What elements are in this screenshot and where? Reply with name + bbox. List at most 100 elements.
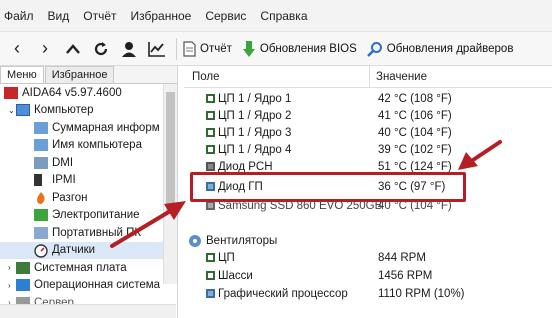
fan-value: 844 RPM bbox=[378, 251, 426, 264]
fans-group-label: Вентиляторы bbox=[206, 234, 278, 247]
tree-item-computer[interactable]: ⌄ Компьютер bbox=[0, 102, 177, 120]
ipmi-icon bbox=[34, 174, 42, 187]
tree-item-label: IPMI bbox=[52, 174, 76, 187]
fan-row[interactable]: ЦП 844 RPM bbox=[184, 249, 552, 266]
scroll-thumb[interactable] bbox=[166, 92, 175, 212]
tree-item-label: DMI bbox=[52, 156, 74, 169]
menu-service[interactable]: Сервис bbox=[205, 9, 246, 23]
tree-item-label: Датчики bbox=[52, 244, 96, 257]
column-headers: Поле Значение bbox=[184, 66, 552, 88]
aida64-icon bbox=[4, 86, 18, 99]
sensor-row[interactable]: ЦП 1 / Ядро 4 39 °C (102 °F) bbox=[184, 141, 552, 158]
nav-horizontal-scrollbar[interactable] bbox=[0, 304, 176, 318]
tree-item-summary[interactable]: Суммарная информ bbox=[0, 119, 177, 137]
gauge-icon bbox=[34, 244, 48, 258]
tree-item-power[interactable]: Электропитание bbox=[0, 207, 177, 225]
navigation-pane: Меню Избранное AIDA64 v5.97.4600 ⌄ Компь… bbox=[0, 66, 178, 318]
menu-view[interactable]: Вид bbox=[48, 9, 70, 23]
menu-bar: Файл Вид Отчёт Избранное Сервис Справка bbox=[0, 0, 552, 32]
sensor-value: 41 °C (106 °F) bbox=[378, 109, 452, 122]
disk-icon bbox=[206, 201, 215, 210]
tree-item-label: Имя компьютера bbox=[52, 139, 142, 152]
nav-tabs: Меню Избранное bbox=[0, 66, 177, 84]
document-icon bbox=[183, 40, 196, 57]
tree-item-computer-name[interactable]: Имя компьютера bbox=[0, 137, 177, 155]
fan-row[interactable]: Графический процессор 1110 RPM (10%) bbox=[184, 285, 552, 302]
tree-item-label: Электропитание bbox=[52, 209, 140, 222]
tree-item-sensors[interactable]: Датчики bbox=[0, 241, 177, 259]
sensor-name: ЦП 1 / Ядро 1 bbox=[218, 92, 292, 105]
fan-name: Шасси bbox=[218, 269, 253, 282]
laptop-icon bbox=[34, 226, 48, 239]
bios-update-button[interactable]: Обновления BIOS bbox=[242, 40, 357, 58]
fan-icon bbox=[188, 234, 202, 248]
tree-item-label: Суммарная информ bbox=[52, 121, 160, 134]
sensor-row[interactable]: ЦП 1 / Ядро 3 40 °C (104 °F) bbox=[184, 124, 552, 141]
fans-group-header[interactable]: Вентиляторы bbox=[188, 232, 277, 249]
computer-icon bbox=[16, 104, 30, 117]
tree-item-dmi[interactable]: DMI bbox=[0, 154, 177, 172]
report-button[interactable]: Отчёт bbox=[183, 40, 232, 57]
toolbar-separator bbox=[176, 37, 177, 60]
magnifier-icon bbox=[366, 41, 383, 57]
nav-tree: AIDA64 v5.97.4600 ⌄ Компьютер Суммарная … bbox=[0, 84, 177, 312]
sensor-value: 39 °C (102 °F) bbox=[378, 143, 452, 156]
menu-file[interactable]: Файл bbox=[4, 9, 34, 23]
download-arrow-icon bbox=[242, 40, 256, 58]
chip-icon bbox=[206, 271, 215, 280]
expand-icon[interactable]: › bbox=[8, 263, 16, 272]
fan-name: ЦП bbox=[218, 251, 235, 264]
tree-item-ipmi[interactable]: IPMI bbox=[0, 172, 177, 190]
tree-item-label: Разгон bbox=[52, 191, 88, 204]
report-label: Отчёт bbox=[200, 42, 232, 55]
expand-icon[interactable]: › bbox=[8, 281, 16, 290]
sensor-value: 40 °C (104 °F) bbox=[378, 126, 452, 139]
menu-report[interactable]: Отчёт bbox=[83, 9, 116, 23]
toolbar: ‹ › Отчёт Обновления BIOS Обновления дра… bbox=[0, 32, 552, 66]
sensor-value: 51 °C (124 °F) bbox=[378, 160, 452, 173]
chip-icon bbox=[206, 111, 215, 120]
tab-menu[interactable]: Меню bbox=[0, 66, 44, 83]
tree-item-portable[interactable]: Портативный ПК bbox=[0, 224, 177, 242]
tree-item-label: AIDA64 v5.97.4600 bbox=[22, 86, 122, 99]
sensor-name: ЦП 1 / Ядро 3 bbox=[218, 126, 292, 139]
pch-icon bbox=[206, 162, 215, 171]
gpu-icon bbox=[206, 289, 215, 298]
computer-name-icon bbox=[34, 139, 48, 152]
sensor-name: ЦП 1 / Ядро 4 bbox=[218, 143, 292, 156]
power-icon bbox=[34, 209, 48, 222]
sensor-value: 42 °C (108 °F) bbox=[378, 92, 452, 105]
chart-icon[interactable] bbox=[146, 38, 168, 60]
sensor-row[interactable]: ЦП 1 / Ядро 2 41 °C (106 °F) bbox=[184, 107, 552, 124]
fan-row[interactable]: Шасси 1456 RPM bbox=[184, 267, 552, 284]
tab-favorites[interactable]: Избранное bbox=[44, 66, 115, 83]
column-field-header[interactable]: Поле bbox=[184, 66, 370, 87]
chip-icon bbox=[206, 94, 215, 103]
fan-name: Графический процессор bbox=[218, 287, 348, 300]
menu-help[interactable]: Справка bbox=[260, 9, 307, 23]
up-icon[interactable] bbox=[62, 38, 84, 60]
sensor-row[interactable]: ЦП 1 / Ядро 1 42 °C (108 °F) bbox=[184, 90, 552, 107]
refresh-icon[interactable] bbox=[90, 38, 112, 60]
user-icon[interactable] bbox=[118, 38, 140, 60]
tree-item-overclock[interactable]: Разгон bbox=[0, 189, 177, 207]
tree-item-motherboard[interactable]: › Системная плата bbox=[0, 259, 177, 277]
bios-update-label: Обновления BIOS bbox=[259, 42, 357, 55]
tree-item-label: Портативный ПК bbox=[52, 226, 142, 239]
flame-icon bbox=[34, 191, 48, 204]
sensor-name: Диод PCH bbox=[218, 160, 273, 173]
motherboard-icon bbox=[16, 261, 30, 274]
tree-item-os[interactable]: › Операционная система bbox=[0, 277, 177, 295]
driver-update-label: Обновления драйверов bbox=[386, 42, 514, 55]
driver-update-button[interactable]: Обновления драйверов bbox=[366, 41, 514, 57]
gpu-diode-highlight-box bbox=[190, 172, 466, 202]
fan-value: 1110 RPM (10%) bbox=[378, 287, 465, 300]
forward-icon[interactable]: › bbox=[34, 38, 56, 60]
tree-item-aida64[interactable]: AIDA64 v5.97.4600 bbox=[0, 84, 177, 102]
column-value-header[interactable]: Значение bbox=[370, 71, 427, 83]
collapse-icon[interactable]: ⌄ bbox=[8, 106, 16, 115]
menu-favorites[interactable]: Избранное bbox=[131, 9, 192, 23]
tree-item-label: Компьютер bbox=[34, 104, 94, 117]
nav-vertical-scrollbar[interactable] bbox=[163, 84, 177, 284]
back-icon[interactable]: ‹ bbox=[6, 38, 28, 60]
